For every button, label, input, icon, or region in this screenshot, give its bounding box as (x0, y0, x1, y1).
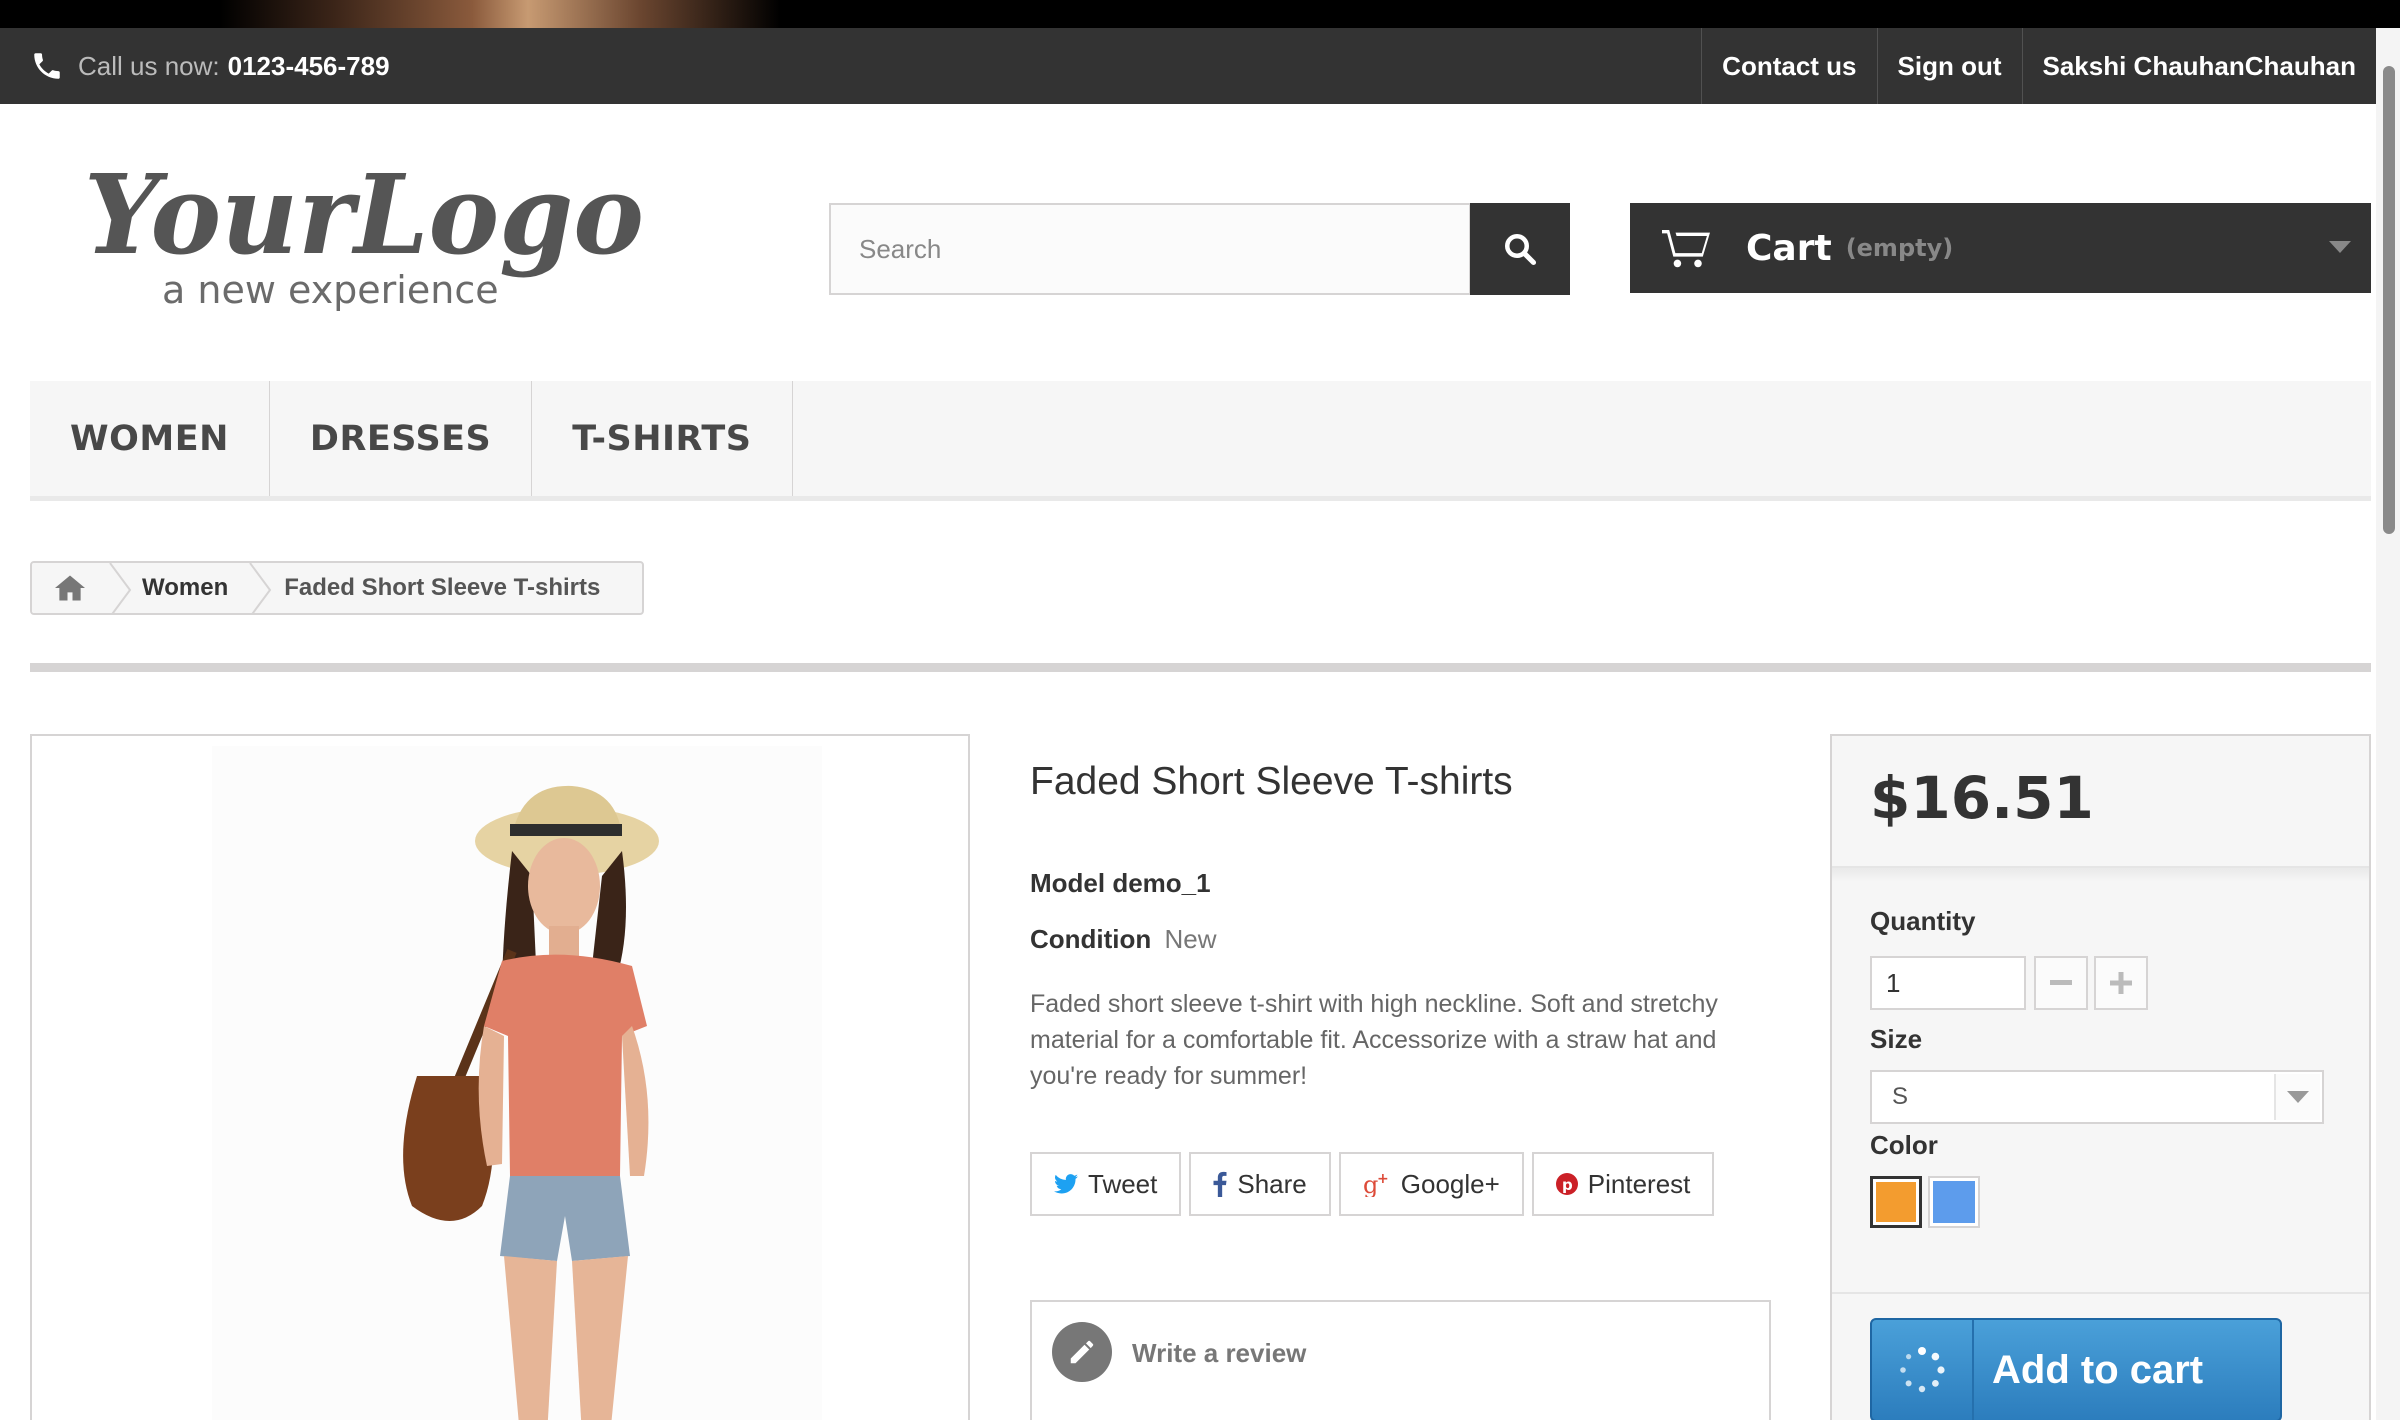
breadcrumb-women[interactable]: Women (132, 574, 248, 602)
cart-block[interactable]: Cart (empty) (1630, 203, 2371, 293)
pencil-icon (1052, 1322, 1112, 1382)
twitter-icon (1054, 1174, 1078, 1194)
logo-tagline: a new experience (162, 268, 499, 312)
home-icon (55, 575, 85, 601)
size-label: Size (1870, 1024, 1923, 1054)
product-image[interactable] (30, 734, 970, 1420)
product-description: Faded short sleeve t-shirt with high nec… (1030, 990, 1718, 1090)
search-box (829, 203, 1471, 295)
menu-item-t-shirts[interactable]: T-SHIRTS (532, 381, 793, 496)
main-menu: WOMEN DRESSES T-SHIRTS (30, 381, 2371, 501)
social-share-buttons: Tweet Share g + Google+ p Pinterest (1030, 1152, 1722, 1216)
chevron-down-icon[interactable] (2329, 241, 2351, 253)
top-nav-bar: Call us now: 0123-456-789 Contact us Sig… (0, 28, 2376, 104)
menu-item-women[interactable]: WOMEN (30, 381, 270, 496)
pinterest-label: Pinterest (1587, 1168, 1691, 1199)
header-links: Contact us Sign out Sakshi ChauhanChauha… (1701, 28, 2376, 104)
condition-value: New (1164, 924, 1217, 954)
add-to-cart-button[interactable]: Add to cart (1870, 1318, 2282, 1420)
product-photo (212, 746, 822, 1420)
product-model: Model demo_1 (1030, 868, 1211, 898)
search-button[interactable] (1470, 203, 1570, 295)
google-plus-label: Google+ (1400, 1168, 1500, 1199)
loading-spinner-icon (1872, 1320, 1974, 1420)
pinterest-icon: p (1555, 1173, 1578, 1195)
size-select[interactable]: S (1870, 1070, 2324, 1124)
breadcrumb-separator (108, 563, 132, 613)
share-label: Share (1237, 1168, 1307, 1199)
tweet-button[interactable]: Tweet (1030, 1152, 1182, 1216)
logo-main-text: YourLogo (84, 150, 644, 279)
breadcrumb-home[interactable] (32, 563, 108, 613)
banner-image (220, 0, 780, 28)
swatch-fill (1933, 1181, 1975, 1223)
minus-icon (2050, 980, 2072, 985)
chevron-down-icon[interactable] (2274, 1074, 2320, 1120)
color-swatch-orange[interactable] (1870, 1176, 1922, 1228)
product-price: $16.51 (1870, 764, 2094, 832)
color-swatch-blue[interactable] (1928, 1176, 1980, 1228)
price-area: $16.51 (1832, 736, 2369, 868)
breadcrumb-divider (30, 663, 2371, 672)
search-input[interactable] (831, 205, 1469, 293)
share-button[interactable]: Share (1189, 1152, 1331, 1216)
buy-box: $16.51 Quantity 1 Size S Color Add to ca… (1830, 734, 2371, 1420)
write-review-link[interactable]: Write a review (1132, 1338, 1306, 1369)
breadcrumb-current: Faded Short Sleeve T-shirts (284, 574, 601, 601)
condition-label: Condition (1030, 924, 1152, 954)
svg-text:+: + (1377, 1171, 1389, 1187)
quantity-decrease-button[interactable] (2034, 956, 2088, 1010)
scrollbar-thumb[interactable] (2383, 66, 2395, 534)
product-info: Faded Short Sleeve T-shirts Model demo_1… (1030, 760, 1771, 1420)
google-plus-icon: g + (1363, 1171, 1389, 1197)
google-plus-button[interactable]: g + Google+ (1338, 1152, 1524, 1216)
phone-number: 0123-456-789 (227, 50, 390, 81)
pinterest-button[interactable]: p Pinterest (1531, 1152, 1715, 1216)
add-to-cart-label: Add to cart (1992, 1347, 2204, 1392)
search-icon (1505, 234, 1537, 266)
plus-icon (2110, 972, 2132, 994)
call-us: Call us now: 0123-456-789 (30, 28, 390, 104)
product-condition: Condition New (1030, 924, 1217, 955)
phone-icon (34, 53, 60, 79)
write-review-box[interactable]: Write a review (1030, 1300, 1771, 1420)
contact-us-link[interactable]: Contact us (1701, 28, 1876, 104)
cart-label: Cart (1746, 227, 1832, 269)
shopping-cart-icon (1662, 230, 1710, 268)
tweet-label: Tweet (1088, 1168, 1158, 1199)
buy-box-divider (1832, 1292, 2369, 1294)
user-account-link[interactable]: Sakshi ChauhanChauhan (2021, 28, 2377, 104)
quantity-label: Quantity (1870, 906, 1976, 936)
call-prefix: Call us now: (78, 50, 220, 81)
top-banner (0, 0, 2400, 28)
size-selected-value: S (1892, 1083, 1909, 1110)
breadcrumb-separator (248, 563, 272, 613)
color-label: Color (1870, 1130, 1938, 1160)
sign-out-link[interactable]: Sign out (1876, 28, 2022, 104)
swatch-fill (1876, 1182, 1916, 1222)
price-shadow (1832, 868, 2369, 882)
menu-item-dresses[interactable]: DRESSES (270, 381, 533, 496)
quantity-increase-button[interactable] (2094, 956, 2148, 1010)
product-title: Faded Short Sleeve T-shirts (1030, 760, 1513, 803)
cart-status: (empty) (1845, 234, 1954, 262)
page-scrollbar[interactable] (2376, 28, 2400, 1420)
site-logo[interactable]: YourLogo a new experience (80, 145, 650, 315)
quantity-input[interactable]: 1 (1870, 956, 2026, 1010)
facebook-icon (1213, 1171, 1227, 1197)
breadcrumb: Women Faded Short Sleeve T-shirts (30, 561, 644, 615)
svg-text:p: p (1562, 1176, 1573, 1194)
